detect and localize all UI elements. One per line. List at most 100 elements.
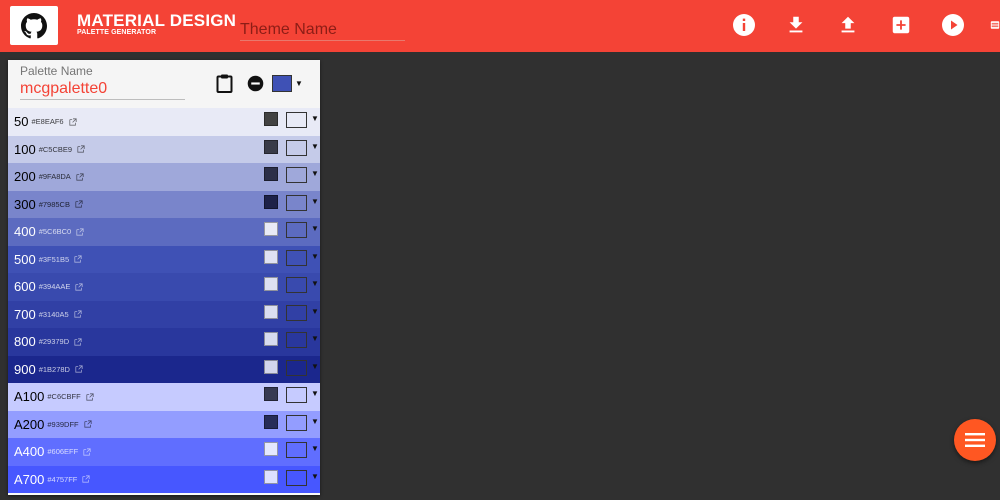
preview-button[interactable] <box>940 12 966 38</box>
menu-icon <box>965 433 985 447</box>
shade-label: 800 <box>14 334 36 350</box>
contrast-swatch[interactable] <box>264 139 278 154</box>
shade-row: 900 #1B278D ▼ <box>8 355 320 383</box>
chevron-down-icon[interactable]: ▼ <box>311 224 319 233</box>
info-button[interactable] <box>731 12 757 38</box>
palette-name-label: Palette Name <box>20 64 93 78</box>
chevron-down-icon[interactable]: ▼ <box>311 252 319 261</box>
chevron-down-icon[interactable]: ▼ <box>311 169 319 178</box>
shade-color-swatch[interactable] <box>286 249 307 266</box>
external-link-icon[interactable] <box>77 145 85 153</box>
shade-color-swatch[interactable] <box>286 304 307 321</box>
theme-name-input[interactable] <box>240 19 405 41</box>
shade-color-swatch[interactable] <box>286 414 307 431</box>
download-button[interactable] <box>783 12 809 38</box>
external-link-icon[interactable] <box>74 310 82 318</box>
base-color-picker[interactable]: ▼ <box>272 75 303 92</box>
contrast-swatch[interactable] <box>264 194 278 209</box>
app-subtitle: PALETTE GENERATOR <box>77 29 157 36</box>
remove-palette-button[interactable] <box>247 75 264 92</box>
shade-row: 800 #29379D ▼ <box>8 328 320 356</box>
external-link-icon[interactable] <box>76 173 84 181</box>
external-link-icon[interactable] <box>74 338 82 346</box>
shade-row: 50 #E8EAF6 ▼ <box>8 108 320 136</box>
hex-code: #9FA8DA <box>38 172 71 182</box>
contrast-swatch[interactable] <box>264 167 278 181</box>
contrast-swatch[interactable] <box>264 387 278 401</box>
chevron-down-icon[interactable]: ▼ <box>311 279 319 288</box>
more-button[interactable] <box>990 12 1000 38</box>
contrast-swatch[interactable] <box>264 249 278 264</box>
external-link-icon[interactable] <box>82 475 91 483</box>
shade-row: A100 #C6CBFF ▼ <box>8 383 320 411</box>
info-icon <box>733 14 755 36</box>
shade-color-swatch[interactable] <box>286 469 307 486</box>
contrast-swatch[interactable] <box>264 304 278 319</box>
chevron-down-icon[interactable]: ▼ <box>311 142 319 151</box>
shade-label: 50 <box>14 114 29 130</box>
shade-color-swatch[interactable] <box>286 194 307 211</box>
palette-shade-list: 50 #E8EAF6 ▼ 100 #C5CBE9 ▼ 200 #9FA8DA ▼ 300 #7985… <box>8 108 320 493</box>
contrast-swatch[interactable] <box>264 414 278 429</box>
contrast-swatch[interactable] <box>264 222 278 236</box>
external-link-icon[interactable] <box>86 393 94 401</box>
hex-code: #3F51B5 <box>38 254 70 264</box>
add-palette-button[interactable] <box>888 12 914 38</box>
upload-icon <box>841 16 855 33</box>
shade-label: A700 <box>14 471 45 487</box>
menu-fab[interactable] <box>954 419 996 461</box>
shade-label: 200 <box>14 169 36 185</box>
external-link-icon[interactable] <box>75 365 83 373</box>
shade-color-swatch[interactable] <box>286 387 307 403</box>
hex-code: #394AAE <box>38 282 71 292</box>
shade-color-swatch[interactable] <box>286 222 307 238</box>
hex-code: #3140A5 <box>38 309 69 319</box>
chevron-down-icon[interactable]: ▼ <box>311 444 319 453</box>
shade-label: 600 <box>14 279 36 295</box>
chevron-down-icon[interactable]: ▼ <box>311 417 319 426</box>
hex-code: #29379D <box>38 337 70 347</box>
shade-label: A100 <box>14 389 45 405</box>
external-link-icon[interactable] <box>75 283 84 291</box>
hex-code: #C6CBFF <box>47 392 81 402</box>
contrast-swatch[interactable] <box>264 442 278 456</box>
shade-row: 400 #5C6BC0 ▼ <box>8 218 320 246</box>
chevron-down-icon[interactable]: ▼ <box>311 307 319 316</box>
shade-color-swatch[interactable] <box>286 112 307 128</box>
contrast-swatch[interactable] <box>264 359 278 374</box>
upload-button[interactable] <box>835 12 861 38</box>
contrast-swatch[interactable] <box>264 332 278 346</box>
chevron-down-icon[interactable]: ▼ <box>311 334 319 343</box>
github-button[interactable] <box>10 6 58 45</box>
palette-name-input[interactable] <box>20 79 185 100</box>
shade-row: 200 #9FA8DA ▼ <box>8 163 320 191</box>
external-link-icon[interactable] <box>84 420 92 428</box>
external-link-icon[interactable] <box>83 448 91 456</box>
chevron-down-icon[interactable]: ▼ <box>311 197 319 206</box>
shade-color-swatch[interactable] <box>286 359 307 376</box>
external-link-icon[interactable] <box>76 228 84 236</box>
shade-label: 900 <box>14 361 36 377</box>
copy-palette-button[interactable] <box>216 74 233 93</box>
shade-color-swatch[interactable] <box>286 139 307 156</box>
chevron-down-icon[interactable]: ▼ <box>311 389 319 398</box>
shade-row: 300 #7985CB ▼ <box>8 190 320 218</box>
hex-code: #5C6BC0 <box>38 227 72 237</box>
chevron-down-icon[interactable]: ▼ <box>311 114 319 123</box>
download-icon <box>789 16 803 33</box>
chevron-down-icon[interactable]: ▼ <box>311 362 319 371</box>
contrast-swatch[interactable] <box>264 469 278 484</box>
external-link-icon[interactable] <box>68 118 77 126</box>
shade-row: 600 #394AAE ▼ <box>8 273 320 301</box>
github-icon <box>21 12 47 38</box>
shade-color-swatch[interactable] <box>286 167 307 183</box>
external-link-icon[interactable] <box>74 255 82 263</box>
shade-color-swatch[interactable] <box>286 442 307 458</box>
contrast-swatch[interactable] <box>264 112 278 126</box>
external-link-icon[interactable] <box>75 200 83 208</box>
shade-color-swatch[interactable] <box>286 277 307 293</box>
chevron-down-icon[interactable]: ▼ <box>311 472 319 481</box>
contrast-swatch[interactable] <box>264 277 278 291</box>
shade-color-swatch[interactable] <box>286 332 307 348</box>
remove-icon <box>247 75 264 92</box>
